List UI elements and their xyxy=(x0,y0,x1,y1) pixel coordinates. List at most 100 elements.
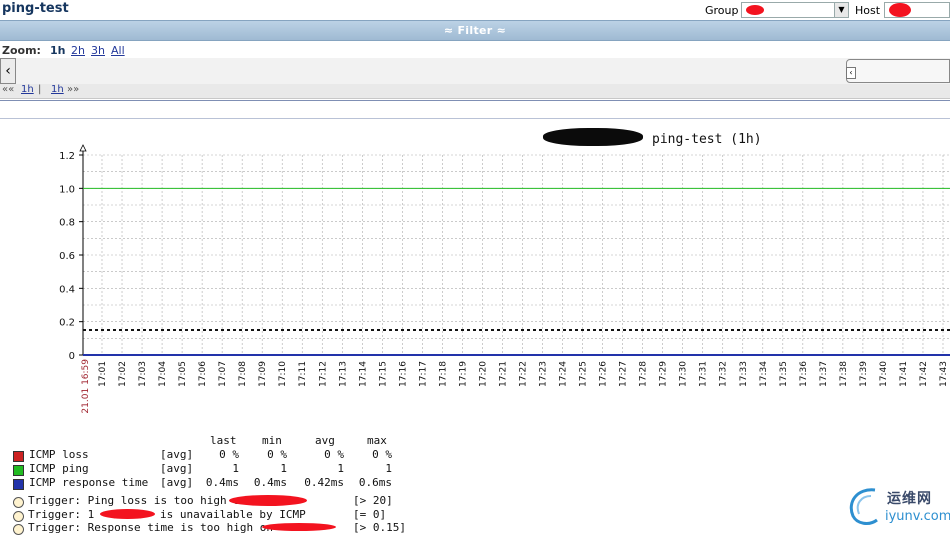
x-tick-label: 17:37 xyxy=(819,361,829,387)
redaction-mark xyxy=(889,3,911,17)
redaction-mark xyxy=(229,495,307,506)
trigger-2-text-b: is unavailable by ICMP xyxy=(160,508,306,521)
legend-value-last: 0.4ms xyxy=(205,476,239,489)
trigger-circle-icon xyxy=(13,524,24,535)
trigger-2-cond: [= 0] xyxy=(353,508,387,521)
x-tick-label: 17:38 xyxy=(839,361,849,387)
graph-panel: ping-test (1h) 0 0.2 0.4 0.6 0.8 1.0 1.2 21.01 … xyxy=(0,120,950,535)
zoom-bar: Zoom: 1h 2h 3h All xyxy=(0,42,950,59)
site-watermark: 运维网 iyunv.com xyxy=(845,484,950,529)
divider xyxy=(0,118,950,119)
legend-value-avg: 0.42ms xyxy=(304,476,344,489)
legend-value-func: [avg] xyxy=(160,462,194,475)
legend-color-swatch xyxy=(13,451,24,462)
chart-title: ping-test (1h) xyxy=(652,132,762,147)
trigger-2-text: Trigger: 1 xyxy=(28,508,95,521)
x-tick-label: 17:34 xyxy=(759,361,769,387)
x-tick-label: 17:35 xyxy=(779,361,789,387)
x-tick-label: 17:04 xyxy=(158,361,168,387)
x-tick-label: 17:26 xyxy=(599,361,609,387)
group-select[interactable]: ▼ xyxy=(741,2,849,18)
trigger-3-text: Trigger: Response time is too high on xyxy=(28,521,274,534)
legend-value-last: 0 % xyxy=(219,448,239,461)
legend-value-min: 1 xyxy=(280,462,287,475)
page-title: ping-test xyxy=(2,1,69,16)
x-tick-label: 17:30 xyxy=(679,361,689,387)
legend-value-func: [avg] xyxy=(160,476,194,489)
legend-color-swatch xyxy=(13,465,24,476)
period-forward-link[interactable]: 1h xyxy=(51,84,64,95)
x-tick-label: 17:12 xyxy=(318,361,328,387)
redaction-mark xyxy=(100,509,155,519)
scroll-left-button[interactable]: ‹ xyxy=(0,58,16,84)
x-tick-label: 17:07 xyxy=(218,361,228,387)
y-tick-label: 1.0 xyxy=(59,184,75,195)
period-prev[interactable]: «« xyxy=(2,84,14,95)
y-tick-label: 0.4 xyxy=(59,284,75,295)
timeline-scrollbar[interactable]: ‹ ‹ xyxy=(0,58,950,85)
legend-series-name: ICMP ping xyxy=(29,462,89,475)
zoom-1h[interactable]: 1h xyxy=(50,44,66,57)
y-tick-label: 0.6 xyxy=(59,251,75,262)
legend-header-avg: avg xyxy=(315,434,335,447)
filter-bar[interactable]: ≈ Filter ≈ xyxy=(0,20,950,41)
x-tick-label: 17:09 xyxy=(258,361,268,387)
trigger-circle-icon xyxy=(13,511,24,522)
filter-toggle[interactable]: ≈ Filter ≈ xyxy=(0,24,950,37)
legend-value-avg: 0 % xyxy=(324,448,344,461)
period-next[interactable]: »» xyxy=(67,84,79,95)
trigger-1-cond: [> 20] xyxy=(353,494,393,507)
x-tick-label: 17:28 xyxy=(639,361,649,387)
legend-value-max: 1 xyxy=(385,462,392,475)
legend-value-avg: 1 xyxy=(337,462,344,475)
x-tick-label: 17:13 xyxy=(338,361,348,387)
ping-graph: ping-test (1h) 0 0.2 0.4 0.6 0.8 1.0 1.2 21.01 … xyxy=(59,132,950,414)
watermark-cn: 运维网 xyxy=(887,491,932,507)
timeline-slider-handle[interactable]: ‹ xyxy=(846,59,950,83)
x-tick-label: 17:29 xyxy=(659,361,669,387)
x-start-label: 21.01 16:59 xyxy=(81,359,91,414)
legend-value-func: [avg] xyxy=(160,448,194,461)
zoom-all[interactable]: All xyxy=(111,44,125,57)
x-tick-label: 17:19 xyxy=(458,361,468,387)
y-axis-arrow-icon xyxy=(79,144,87,152)
legend-color-swatch xyxy=(13,479,24,490)
legend-value-min: 0.4ms xyxy=(253,476,287,489)
period-back-link[interactable]: 1h xyxy=(21,84,34,95)
chevron-left-icon: ‹ xyxy=(5,63,11,79)
x-tick-label: 17:18 xyxy=(438,361,448,387)
x-tick-label: 17:03 xyxy=(138,361,148,387)
x-tick-label: 17:23 xyxy=(539,361,549,387)
watermark-logo-icon xyxy=(849,488,878,525)
y-tick-label: 0.8 xyxy=(59,218,75,229)
zoom-label: Zoom: xyxy=(2,44,41,57)
legend-series-name: ICMP loss xyxy=(29,448,89,461)
x-tick-label: 17:27 xyxy=(619,361,629,387)
legend-value-last: 1 xyxy=(232,462,239,475)
x-tick-label: 17:10 xyxy=(278,361,288,387)
zoom-3h[interactable]: 3h xyxy=(91,44,105,57)
slider-grip-icon[interactable]: ‹ xyxy=(846,67,856,79)
divider xyxy=(0,100,950,101)
x-tick-label: 17:06 xyxy=(198,361,208,387)
y-tick-label: 1.2 xyxy=(59,151,75,162)
x-tick-label: 17:25 xyxy=(579,361,589,387)
period-navigation: «« 1h | 1h »» xyxy=(0,84,950,99)
x-tick-label: 17:20 xyxy=(478,361,488,387)
x-tick-label: 17:32 xyxy=(719,361,729,387)
legend-series-name: ICMP response time xyxy=(29,476,149,489)
period-separator: | xyxy=(38,84,42,95)
x-tick-label: 17:08 xyxy=(238,361,248,387)
x-tick-label: 17:42 xyxy=(919,361,929,387)
redaction-mark xyxy=(543,128,643,146)
watermark-en: iyunv.com xyxy=(885,509,950,524)
x-tick-label: 17:17 xyxy=(418,361,428,387)
chevron-down-icon[interactable]: ▼ xyxy=(834,3,848,17)
x-tick-label: 17:15 xyxy=(378,361,388,387)
zoom-2h[interactable]: 2h xyxy=(71,44,85,57)
x-tick-label: 17:39 xyxy=(859,361,869,387)
x-tick-label: 17:41 xyxy=(899,361,909,387)
trigger-circle-icon xyxy=(13,497,24,508)
host-select[interactable] xyxy=(884,2,950,18)
x-tick-label: 17:01 xyxy=(98,361,108,387)
